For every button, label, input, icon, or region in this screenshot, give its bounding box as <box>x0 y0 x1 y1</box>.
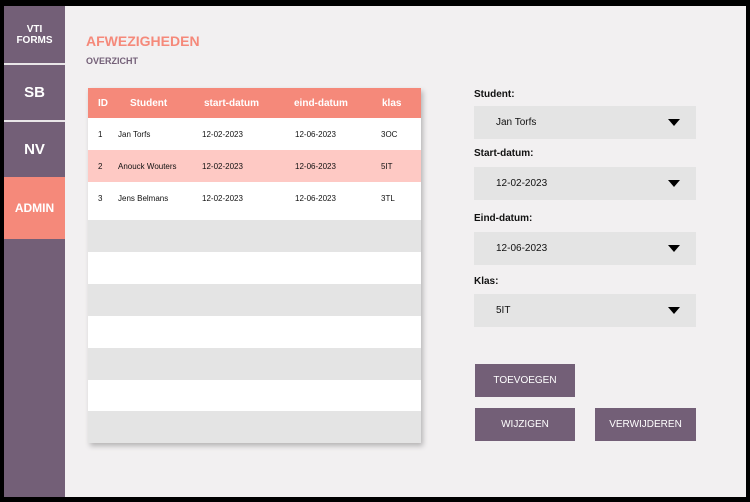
empty-row <box>88 411 421 443</box>
cell-class: 3TL <box>381 193 395 203</box>
end-date-select[interactable]: 12-06-2023 <box>474 232 696 265</box>
cell-class: 3OC <box>381 129 398 139</box>
column-header-id[interactable]: ID <box>98 88 108 118</box>
sidebar-item-nv[interactable]: NV <box>4 122 65 177</box>
start-date-select-value: 12-02-2023 <box>496 178 548 189</box>
column-header-end-date[interactable]: eind-datum <box>294 88 348 118</box>
absences-table: ID Student start-datum eind-datum klas 1… <box>88 88 421 443</box>
empty-row <box>88 284 421 316</box>
sidebar-item-sb[interactable]: SB <box>4 65 65 120</box>
cell-start-date: 12-02-2023 <box>202 193 243 203</box>
sidebar-item-label: ADMIN <box>14 201 55 215</box>
sidebar-item-label: NV <box>24 141 45 158</box>
student-label: Student: <box>474 89 515 100</box>
cell-start-date: 12-02-2023 <box>202 161 243 171</box>
brand-logo: VTI FORMS <box>4 6 65 63</box>
dropdown-arrow-icon <box>668 119 680 126</box>
student-select-value: Jan Torfs <box>496 117 537 128</box>
brand-line-2: FORMS <box>16 34 53 46</box>
edit-button[interactable]: WIJZIGEN <box>475 408 575 441</box>
dropdown-arrow-icon <box>668 245 680 252</box>
empty-row <box>88 348 421 380</box>
cell-end-date: 12-06-2023 <box>295 161 336 171</box>
cell-end-date: 12-06-2023 <box>295 129 336 139</box>
empty-row <box>88 220 421 252</box>
table-row[interactable]: 3 Jens Belmans 12-02-2023 12-06-2023 3TL <box>88 182 421 214</box>
cell-id: 1 <box>98 129 103 139</box>
cell-student: Jan Torfs <box>118 129 151 139</box>
dropdown-arrow-icon <box>668 307 680 314</box>
start-date-select[interactable]: 12-02-2023 <box>474 167 696 200</box>
cell-start-date: 12-02-2023 <box>202 129 243 139</box>
cell-end-date: 12-06-2023 <box>295 193 336 203</box>
cell-student: Anouck Wouters <box>118 161 177 171</box>
page-subtitle: OVERZICHT <box>86 56 139 66</box>
page-title: AFWEZIGHEDEN <box>86 33 200 49</box>
brand-line-1: VTI <box>26 23 43 35</box>
class-select[interactable]: 5IT <box>474 294 696 327</box>
dropdown-arrow-icon <box>668 180 680 187</box>
class-label: Klas: <box>474 276 499 287</box>
student-select[interactable]: Jan Torfs <box>474 106 696 139</box>
column-header-start-date[interactable]: start-datum <box>204 88 259 118</box>
sidebar-item-label: SB <box>24 84 45 101</box>
start-date-label: Start-datum: <box>474 148 534 159</box>
table-row[interactable]: 1 Jan Torfs 12-02-2023 12-06-2023 3OC <box>88 118 421 150</box>
cell-student: Jens Belmans <box>118 193 169 203</box>
add-button[interactable]: TOEVOEGEN <box>475 364 575 397</box>
column-header-student[interactable]: Student <box>130 88 167 118</box>
table-header: ID Student start-datum eind-datum klas <box>88 88 421 118</box>
delete-button[interactable]: VERWIJDEREN <box>595 408 696 441</box>
app-window: VTI FORMS SB NV ADMIN AFWEZIGHEDEN OVERZ… <box>4 6 746 497</box>
column-header-class[interactable]: klas <box>382 88 401 118</box>
class-select-value: 5IT <box>496 305 511 316</box>
table-row-selected[interactable]: 2 Anouck Wouters 12-02-2023 12-06-2023 5… <box>88 150 421 182</box>
cell-id: 3 <box>98 193 103 203</box>
sidebar: VTI FORMS SB NV ADMIN <box>4 6 65 497</box>
cell-id: 2 <box>98 161 103 171</box>
end-date-select-value: 12-06-2023 <box>496 243 548 254</box>
end-date-label: Eind-datum: <box>474 213 533 224</box>
cell-class: 5IT <box>381 161 393 171</box>
sidebar-item-admin[interactable]: ADMIN <box>4 177 65 239</box>
